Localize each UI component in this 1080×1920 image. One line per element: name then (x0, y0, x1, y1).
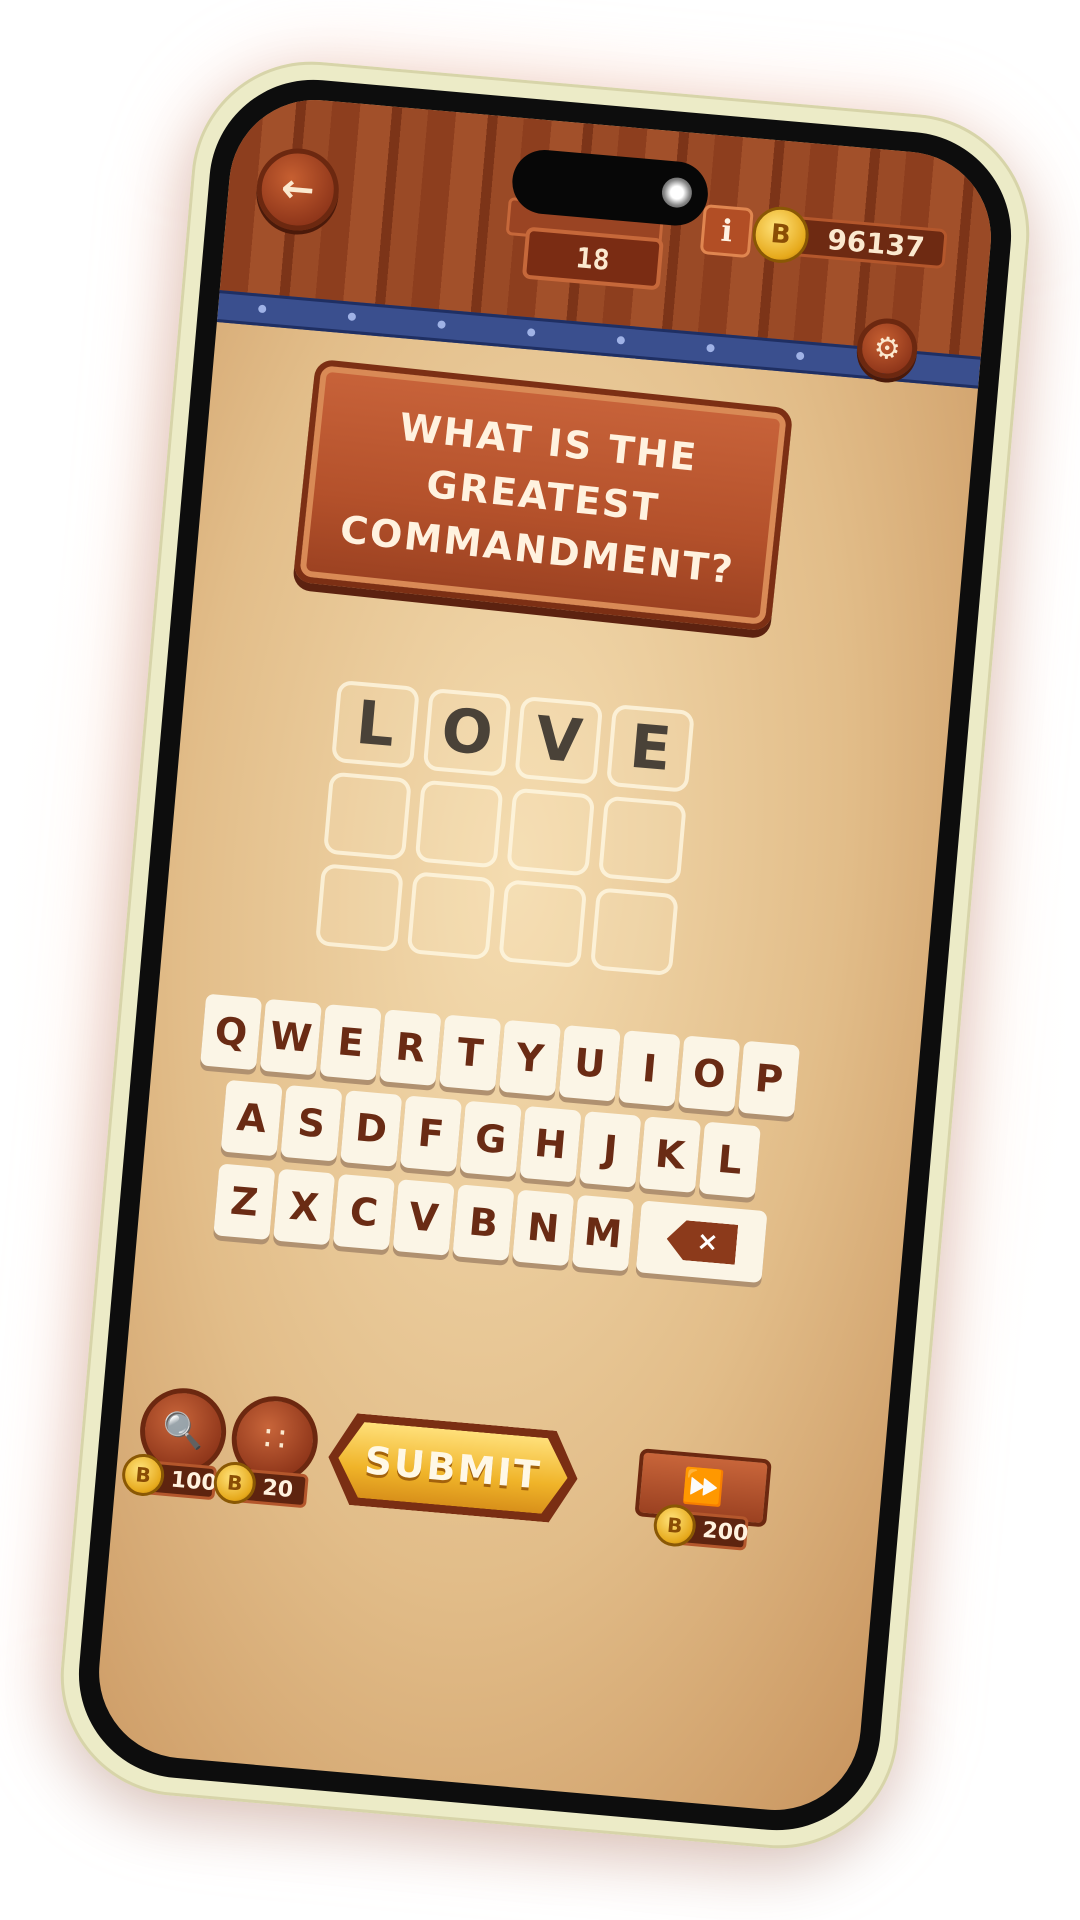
key-u[interactable]: U (558, 1025, 621, 1102)
rivet (795, 351, 805, 361)
answer-cell[interactable] (589, 887, 679, 977)
answer-cell[interactable]: O (422, 687, 512, 777)
answer-cell[interactable] (315, 863, 404, 953)
key-d[interactable]: D (340, 1090, 403, 1167)
key-o[interactable]: O (678, 1035, 741, 1113)
key-i[interactable]: I (618, 1030, 681, 1107)
key-h[interactable]: H (519, 1105, 582, 1183)
phone-bezel: ← 18 i 96137 B ⚙ WHAT IS THE GREATEST CO… (70, 71, 1020, 1839)
arrow-left-icon: ← (279, 165, 317, 214)
backspace-button[interactable]: × (635, 1200, 768, 1284)
answer-cell[interactable]: L (331, 679, 420, 769)
rivet (616, 335, 626, 345)
key-m[interactable]: M (571, 1194, 635, 1272)
key-x[interactable]: X (273, 1168, 336, 1246)
rivet (437, 320, 446, 329)
game-screen: ← 18 i 96137 B ⚙ WHAT IS THE GREATEST CO… (91, 92, 999, 1818)
info-button[interactable]: i (699, 204, 754, 259)
magnifier-icon: 🔍 (160, 1409, 206, 1454)
rivet (526, 328, 536, 337)
key-j[interactable]: J (579, 1111, 642, 1188)
answer-cell[interactable] (406, 871, 496, 961)
rivet (706, 343, 715, 353)
key-z[interactable]: Z (213, 1163, 276, 1241)
coin-count: 96137 (826, 222, 926, 264)
grid-dots-icon: ∷ (262, 1418, 288, 1461)
key-k[interactable]: K (639, 1116, 702, 1193)
key-y[interactable]: Y (498, 1019, 561, 1097)
key-e[interactable]: E (319, 1004, 382, 1081)
key-b[interactable]: B (452, 1184, 515, 1261)
phone-frame: ← 18 i 96137 B ⚙ WHAT IS THE GREATEST CO… (50, 51, 1040, 1859)
answer-cell[interactable]: V (514, 695, 604, 785)
key-a[interactable]: A (220, 1079, 283, 1157)
reveal-cost: 20 (261, 1474, 295, 1503)
backspace-icon: × (665, 1219, 738, 1265)
fast-forward-icon: ⏩ (680, 1466, 726, 1510)
key-q[interactable]: Q (200, 993, 263, 1071)
answer-cell[interactable] (323, 771, 412, 861)
key-g[interactable]: G (459, 1100, 522, 1178)
key-l[interactable]: L (698, 1121, 761, 1199)
key-v[interactable]: V (392, 1179, 455, 1256)
rivet (347, 312, 357, 322)
key-p[interactable]: P (738, 1040, 801, 1118)
key-s[interactable]: S (280, 1084, 343, 1162)
gear-icon: ⚙ (872, 329, 903, 368)
question-banner: WHAT IS THE GREATEST COMMANDMENT? (292, 358, 794, 632)
hint-cost: 100 (169, 1466, 218, 1496)
answer-cell[interactable]: E (605, 703, 695, 793)
key-f[interactable]: F (399, 1095, 463, 1173)
key-w[interactable]: W (259, 998, 322, 1076)
key-n[interactable]: N (512, 1189, 575, 1267)
rivet (257, 304, 267, 314)
skip-cost: 200 (701, 1517, 750, 1547)
answer-cell[interactable] (498, 879, 588, 969)
key-r[interactable]: R (379, 1009, 442, 1086)
answer-cell[interactable] (597, 795, 687, 885)
key-c[interactable]: C (332, 1173, 395, 1251)
answer-cell[interactable] (506, 787, 596, 877)
key-t[interactable]: T (439, 1014, 502, 1092)
answer-cell[interactable] (414, 779, 504, 869)
